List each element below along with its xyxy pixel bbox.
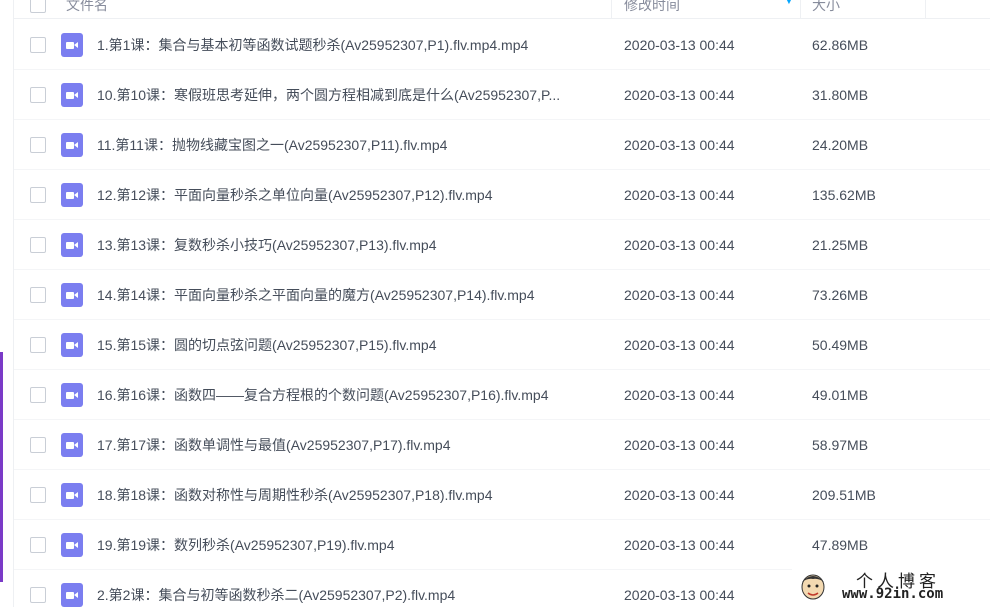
column-divider[interactable] bbox=[925, 0, 926, 19]
file-size: 21.25MB bbox=[812, 237, 869, 253]
file-name[interactable]: 2.第2课：集合与初等函数秒杀二(Av25952307,P2).flv.mp4 bbox=[97, 585, 607, 605]
file-modified-date: 2020-03-13 00:44 bbox=[624, 137, 735, 153]
row-checkbox[interactable] bbox=[30, 187, 46, 203]
column-header-size[interactable]: 大小 bbox=[812, 0, 840, 19]
file-size: 49.01MB bbox=[812, 387, 869, 403]
row-checkbox[interactable] bbox=[30, 237, 46, 253]
file-modified-date: 2020-03-13 00:44 bbox=[624, 387, 735, 403]
file-modified-date: 2020-03-13 00:44 bbox=[624, 237, 735, 253]
file-size: 24.20MB bbox=[812, 137, 869, 153]
file-name[interactable]: 10.第10课：寒假班思考延伸，两个圆方程相减到底是什么(Av25952307,… bbox=[97, 85, 607, 105]
row-checkbox[interactable] bbox=[30, 87, 46, 103]
file-row[interactable]: 19.第19课：数列秒杀(Av25952307,P19).flv.mp4 2020… bbox=[14, 520, 990, 570]
file-modified-date: 2020-03-13 00:44 bbox=[624, 287, 735, 303]
row-checkbox[interactable] bbox=[30, 587, 46, 603]
file-size: 62.86MB bbox=[812, 37, 869, 53]
file-modified-date: 2020-03-13 00:44 bbox=[624, 437, 735, 453]
file-name[interactable]: 15.第15课：圆的切点弦问题(Av25952307,P15).flv.mp4 bbox=[97, 335, 607, 355]
video-file-icon bbox=[61, 333, 83, 357]
file-name[interactable]: 13.第13课：复数秒杀小技巧(Av25952307,P13).flv.mp4 bbox=[97, 235, 607, 255]
file-size: 135.62MB bbox=[812, 187, 876, 203]
row-checkbox[interactable] bbox=[30, 287, 46, 303]
file-name[interactable]: 14.第14课：平面向量秒杀之平面向量的魔方(Av25952307,P14).f… bbox=[97, 285, 607, 305]
watermark-url: www.92in.com bbox=[842, 586, 944, 602]
file-name[interactable]: 12.第12课：平面向量秒杀之单位向量(Av25952307,P12).flv.… bbox=[97, 185, 607, 205]
column-header-date[interactable]: 修改时间 bbox=[624, 0, 680, 19]
file-row[interactable]: 18.第18课：函数对称性与周期性秒杀(Av25952307,P18).flv.… bbox=[14, 470, 990, 520]
file-row[interactable]: 11.第11课：抛物线藏宝图之一(Av25952307,P11).flv.mp4… bbox=[14, 120, 990, 170]
row-checkbox[interactable] bbox=[30, 487, 46, 503]
file-modified-date: 2020-03-13 00:44 bbox=[624, 537, 735, 553]
video-file-icon bbox=[61, 483, 83, 507]
file-modified-date: 2020-03-13 00:44 bbox=[624, 187, 735, 203]
row-checkbox[interactable] bbox=[30, 387, 46, 403]
file-row[interactable]: 16.第16课：函数四——复合方程根的个数问题(Av25952307,P16).… bbox=[14, 370, 990, 420]
column-header-name[interactable]: 文件名 bbox=[66, 0, 108, 19]
column-divider[interactable] bbox=[800, 0, 801, 19]
file-row[interactable]: 15.第15课：圆的切点弦问题(Av25952307,P15).flv.mp4 2… bbox=[14, 320, 990, 370]
watermark: 个人博客 www.92in.com bbox=[792, 566, 990, 607]
left-accent-bar bbox=[0, 352, 3, 582]
file-row[interactable]: 1.第1课：集合与基本初等函数试题秒杀(Av25952307,P1).flv.m… bbox=[14, 20, 990, 70]
file-modified-date: 2020-03-13 00:44 bbox=[624, 587, 735, 603]
list-header: 文件名 修改时间 ▼ 大小 bbox=[14, 0, 990, 19]
video-file-icon bbox=[61, 533, 83, 557]
file-list: 1.第1课：集合与基本初等函数试题秒杀(Av25952307,P1).flv.m… bbox=[14, 20, 990, 607]
cartoon-face-icon bbox=[801, 574, 825, 600]
file-row[interactable]: 17.第17课：函数单调性与最值(Av25952307,P17).flv.mp4… bbox=[14, 420, 990, 470]
row-checkbox[interactable] bbox=[30, 37, 46, 53]
file-name[interactable]: 16.第16课：函数四——复合方程根的个数问题(Av25952307,P16).… bbox=[97, 385, 607, 405]
video-file-icon bbox=[61, 233, 83, 257]
row-checkbox[interactable] bbox=[30, 537, 46, 553]
video-file-icon bbox=[61, 583, 83, 607]
video-file-icon bbox=[61, 283, 83, 307]
video-file-icon bbox=[61, 433, 83, 457]
file-size: 73.26MB bbox=[812, 287, 869, 303]
file-size: 31.80MB bbox=[812, 87, 869, 103]
video-file-icon bbox=[61, 83, 83, 107]
file-size: 47.89MB bbox=[812, 537, 869, 553]
file-name[interactable]: 19.第19课：数列秒杀(Av25952307,P19).flv.mp4 bbox=[97, 535, 607, 555]
video-file-icon bbox=[61, 133, 83, 157]
file-row[interactable]: 12.第12课：平面向量秒杀之单位向量(Av25952307,P12).flv.… bbox=[14, 170, 990, 220]
file-name[interactable]: 1.第1课：集合与基本初等函数试题秒杀(Av25952307,P1).flv.m… bbox=[97, 35, 607, 55]
video-file-icon bbox=[61, 383, 83, 407]
file-name[interactable]: 17.第17课：函数单调性与最值(Av25952307,P17).flv.mp4 bbox=[97, 435, 607, 455]
column-divider[interactable] bbox=[611, 0, 612, 19]
file-name[interactable]: 18.第18课：函数对称性与周期性秒杀(Av25952307,P18).flv.… bbox=[97, 485, 607, 505]
video-file-icon bbox=[61, 33, 83, 57]
file-browser: 文件名 修改时间 ▼ 大小 1.第1课：集合与基本初等函数试题秒杀(Av2595… bbox=[0, 0, 990, 607]
file-size: 58.97MB bbox=[812, 437, 869, 453]
select-all-checkbox[interactable] bbox=[30, 0, 46, 13]
file-row[interactable]: 14.第14课：平面向量秒杀之平面向量的魔方(Av25952307,P14).f… bbox=[14, 270, 990, 320]
file-name[interactable]: 11.第11课：抛物线藏宝图之一(Av25952307,P11).flv.mp4 bbox=[97, 135, 607, 155]
file-modified-date: 2020-03-13 00:44 bbox=[624, 487, 735, 503]
file-modified-date: 2020-03-13 00:44 bbox=[624, 87, 735, 103]
file-modified-date: 2020-03-13 00:44 bbox=[624, 337, 735, 353]
row-checkbox[interactable] bbox=[30, 437, 46, 453]
file-modified-date: 2020-03-13 00:44 bbox=[624, 37, 735, 53]
file-row[interactable]: 10.第10课：寒假班思考延伸，两个圆方程相减到底是什么(Av25952307,… bbox=[14, 70, 990, 120]
sort-down-icon[interactable]: ▼ bbox=[784, 0, 794, 7]
file-size: 209.51MB bbox=[812, 487, 876, 503]
file-size: 50.49MB bbox=[812, 337, 869, 353]
file-row[interactable]: 13.第13课：复数秒杀小技巧(Av25952307,P13).flv.mp4 2… bbox=[14, 220, 990, 270]
row-checkbox[interactable] bbox=[30, 337, 46, 353]
row-checkbox[interactable] bbox=[30, 137, 46, 153]
video-file-icon bbox=[61, 183, 83, 207]
